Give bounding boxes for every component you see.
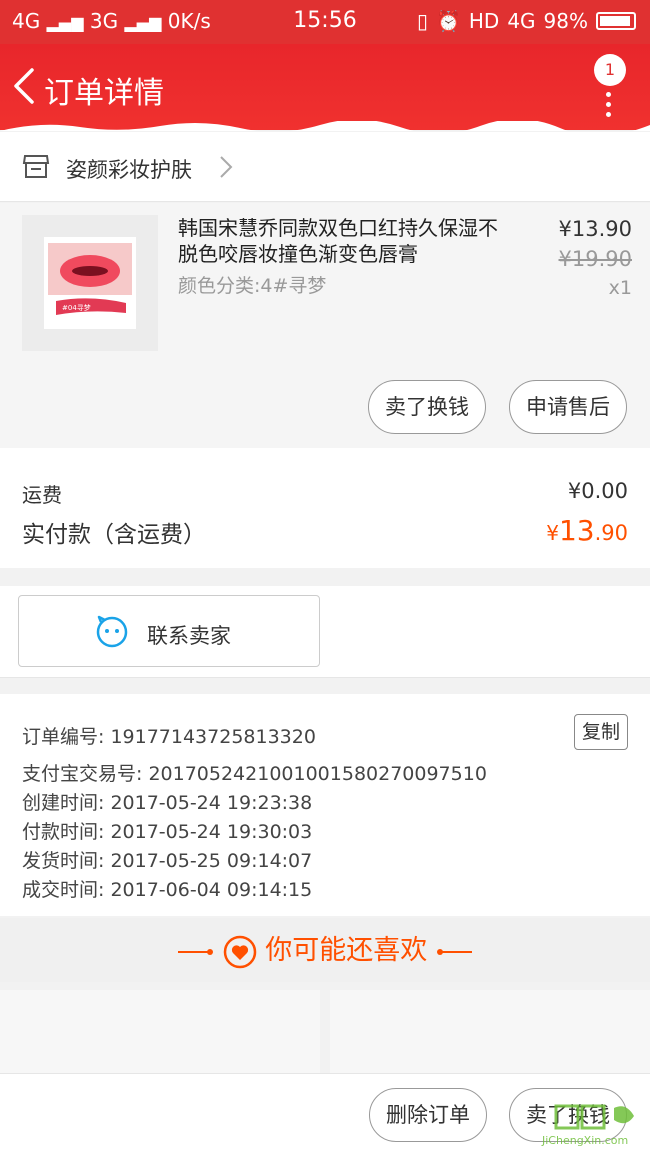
page-title: 订单详情 bbox=[44, 76, 164, 111]
recommend-card[interactable] bbox=[0, 990, 320, 1074]
paid-amount-label: 实付款（含运费） bbox=[22, 522, 206, 548]
battery-icon bbox=[596, 12, 636, 30]
more-dots-icon bbox=[606, 92, 612, 122]
paid-integer: 13 bbox=[558, 514, 595, 547]
product-title[interactable]: 韩国宋慧乔同款双色口红持久保湿不脱色咬唇妆撞色渐变色唇膏 bbox=[178, 215, 498, 267]
alarm-icon: ⏰ bbox=[435, 9, 461, 33]
network-indicator-right: 4G bbox=[507, 9, 536, 33]
product-quantity: x1 bbox=[608, 277, 632, 299]
alipay-number: 支付宝交易号: 2017052421001001580270097510 bbox=[22, 763, 487, 785]
recommend-header: 你可能还喜欢 bbox=[0, 918, 650, 982]
lipstick-image: #04寻梦 bbox=[44, 237, 136, 329]
sell-for-cash-button[interactable]: 卖了换钱 bbox=[368, 380, 486, 434]
line-right-decoration bbox=[436, 948, 472, 955]
battery-percent: 98% bbox=[543, 9, 588, 33]
completed-time: 成交时间: 2017-06-04 09:14:15 bbox=[22, 879, 313, 901]
shop-row[interactable]: 姿颜彩妆护肤 bbox=[0, 132, 650, 202]
thumb-caption: #04寻梦 bbox=[62, 304, 91, 312]
recommend-grid bbox=[0, 990, 650, 1074]
order-number: 订单编号: 19177143725813320 bbox=[22, 726, 316, 748]
product-attribute: 颜色分类:4#寻梦 bbox=[178, 275, 327, 297]
paid-decimal: .90 bbox=[594, 521, 628, 545]
recommend-title: 你可能还喜欢 bbox=[265, 935, 428, 966]
watermark-logo: JiChengXin.com bbox=[541, 1104, 634, 1147]
delete-order-button[interactable]: 删除订单 bbox=[369, 1088, 487, 1142]
order-info: 订单编号: 19177143725813320 支付宝交易号: 20170524… bbox=[0, 694, 650, 916]
line-left-decoration bbox=[178, 948, 214, 955]
chat-face-icon bbox=[96, 615, 128, 648]
contact-seller-button[interactable]: 联系卖家 bbox=[18, 595, 320, 667]
more-menu-button[interactable]: 1 bbox=[592, 54, 628, 118]
shipped-time: 发货时间: 2017-05-25 09:14:07 bbox=[22, 850, 313, 872]
status-bar: 4G ▂▄▆ 3G ▂▄▆ 0K/s 15:56 ▯ ⏰ HD 4G 98% bbox=[0, 0, 650, 44]
heart-icon bbox=[223, 935, 256, 968]
back-arrow-icon[interactable] bbox=[10, 66, 40, 106]
message-badge: 1 bbox=[594, 54, 626, 86]
product-card: #04寻梦 韩国宋慧乔同款双色口红持久保湿不脱色咬唇妆撞色渐变色唇膏 颜色分类:… bbox=[0, 203, 650, 448]
shop-icon bbox=[22, 155, 50, 178]
status-right: ▯ ⏰ HD 4G 98% bbox=[417, 9, 636, 33]
lips-icon: #04寻梦 bbox=[48, 243, 132, 315]
shipping-value: ¥0.00 bbox=[567, 479, 628, 503]
paid-time: 付款时间: 2017-05-24 19:30:03 bbox=[22, 821, 313, 843]
contact-section: 联系卖家 bbox=[0, 586, 650, 678]
contact-seller-label: 联系卖家 bbox=[147, 624, 231, 648]
watermark-text: JiChengXin.com bbox=[541, 1134, 628, 1147]
copy-button[interactable]: 复制 bbox=[574, 714, 628, 750]
nav-header: 订单详情 1 bbox=[0, 44, 650, 131]
created-time: 创建时间: 2017-05-24 19:23:38 bbox=[22, 792, 313, 814]
paid-amount-value: ¥13.90 bbox=[546, 514, 628, 547]
shop-name: 姿颜彩妆护肤 bbox=[66, 158, 192, 182]
product-original-price: ¥19.90 bbox=[558, 247, 632, 271]
recommend-card[interactable] bbox=[330, 990, 650, 1074]
hd-indicator: HD bbox=[468, 9, 500, 33]
chevron-right-icon bbox=[220, 156, 233, 178]
product-price: ¥13.90 bbox=[558, 217, 632, 241]
payment-summary: 运费 ¥0.00 实付款（含运费） ¥13.90 bbox=[0, 448, 650, 568]
after-sale-button[interactable]: 申请售后 bbox=[509, 380, 627, 434]
product-thumbnail[interactable]: #04寻梦 bbox=[22, 215, 158, 351]
vibrate-icon: ▯ bbox=[416, 9, 428, 33]
header-wave-decoration bbox=[0, 121, 650, 131]
shipping-label: 运费 bbox=[22, 483, 62, 507]
paid-currency: ¥ bbox=[546, 521, 559, 545]
